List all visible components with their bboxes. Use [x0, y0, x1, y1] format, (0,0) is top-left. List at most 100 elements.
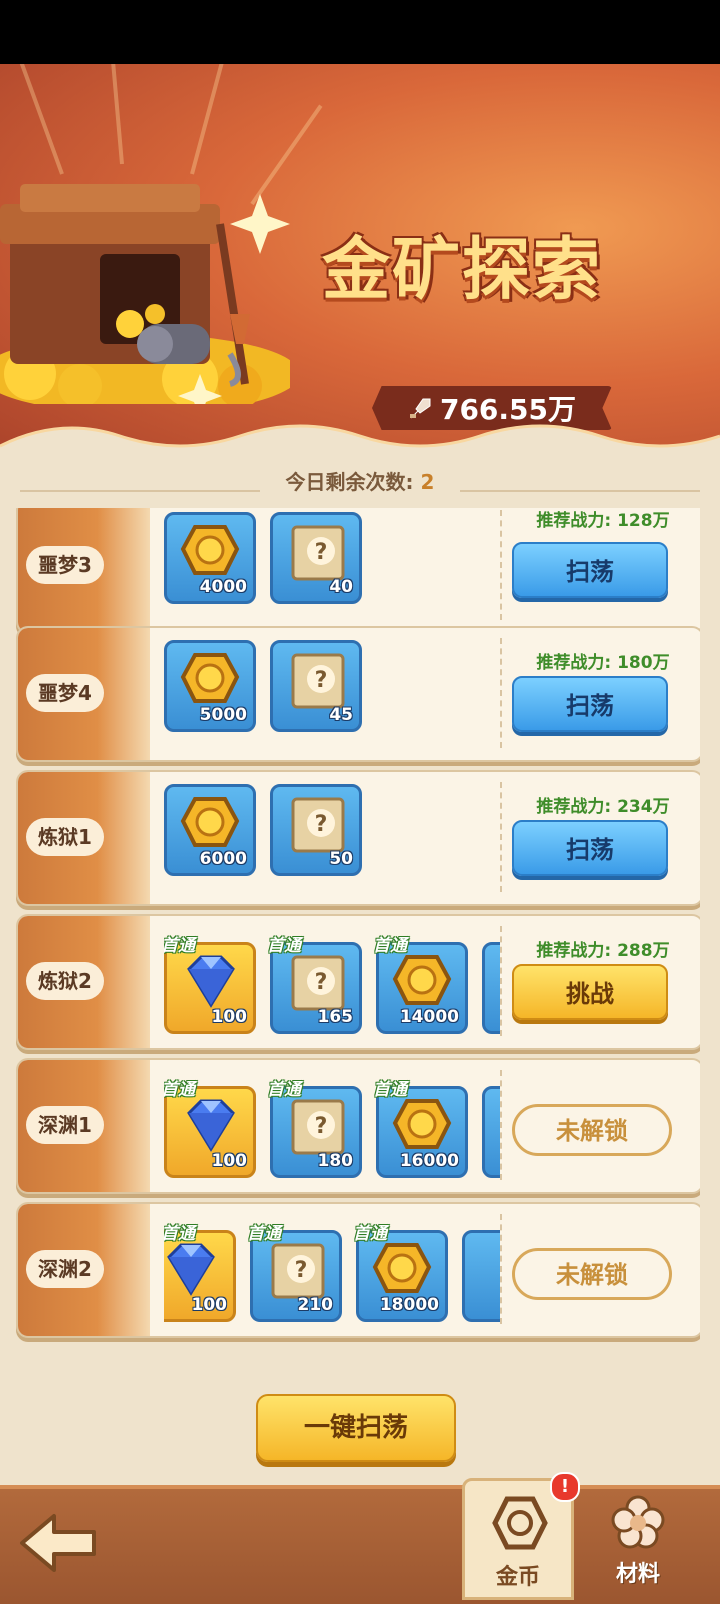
row-separator [500, 782, 502, 892]
reward-qty: 4000 [199, 577, 247, 597]
svg-text:?: ? [315, 970, 328, 995]
reward-diamond[interactable]: 首通 100 [164, 1224, 236, 1322]
reward-mystery-scroll[interactable]: ? 45 [270, 640, 362, 732]
svg-text:?: ? [315, 812, 328, 837]
reward-mystery-scroll[interactable]: ? 50 [270, 784, 362, 876]
reward-diamond[interactable]: 首通 100 [164, 1080, 256, 1178]
svg-text:?: ? [295, 1258, 308, 1283]
stage-name: 炼狱1 [26, 818, 104, 856]
reward-gold-coin[interactable]: 首通 14000 [373, 936, 468, 1034]
reward-list: 4000 ? 40 [164, 508, 500, 632]
reward-qty: 40 [329, 577, 353, 597]
gold-mine-illustration [0, 184, 290, 404]
tab-label: 金币 [495, 1565, 540, 1590]
reward-qty: 16000 [399, 1151, 459, 1171]
stage-name: 深渊1 [26, 1106, 104, 1144]
reward-more[interactable] [462, 1230, 500, 1322]
stage-name: 噩梦3 [26, 546, 104, 584]
reward-qty: 14000 [399, 1007, 459, 1027]
reward-qty: 180 [317, 1151, 354, 1171]
reward-list: 首通 100 首通 ? 210 首通 18000 [164, 1204, 500, 1336]
gold-coin-icon [492, 1496, 548, 1550]
svg-text:?: ? [315, 1114, 328, 1139]
gold-coin-icon [180, 797, 240, 847]
flower-icon [611, 1495, 665, 1549]
locked-button[interactable]: 未解锁 [512, 1248, 672, 1300]
reward-gold-coin[interactable]: 首通 16000 [373, 1080, 468, 1178]
reward-more[interactable] [482, 1086, 500, 1178]
diamond-icon [167, 1243, 215, 1296]
reward-diamond[interactable]: 首通 100 [164, 936, 256, 1034]
recommended-power: 推荐战力: 128万 [536, 511, 670, 531]
page-title: 金矿探索 [322, 231, 603, 310]
reward-qty: 18000 [379, 1295, 439, 1315]
reward-gold-coin[interactable]: 5000 [164, 640, 256, 732]
one-key-sweep-button[interactable]: 一键扫荡 [256, 1394, 456, 1462]
diamond-icon [187, 1099, 235, 1152]
reward-mystery-scroll[interactable]: 首通 ? 165 [267, 936, 362, 1034]
reward-qty: 100 [211, 1151, 248, 1171]
stage-row-nightmare-3: 噩梦3 4000 ? 40 推荐战力: 128万 扫荡 [16, 508, 700, 634]
gold-coin-icon [372, 1243, 432, 1293]
stage-name: 噩梦4 [26, 674, 104, 712]
stage-row-nightmare-4: 噩梦4 5000 ? 45 推荐战力: 180万 扫荡 [16, 626, 700, 762]
notification-badge: ! [550, 1472, 580, 1502]
mystery-scroll-icon: ? [291, 955, 345, 1011]
gold-coin-icon [180, 653, 240, 703]
mystery-scroll-icon: ? [291, 653, 345, 709]
stage-row-abyss-2: 深渊2 首通 100 首通 ? 210 首通 18000 未解锁 [16, 1202, 700, 1338]
recommended-power: 推荐战力: 180万 [536, 653, 670, 673]
status-bar [0, 0, 720, 64]
reward-list: 6000 ? 50 [164, 772, 500, 904]
reward-qty: 100 [211, 1007, 248, 1027]
back-arrow-icon[interactable] [16, 1508, 100, 1578]
reward-qty: 50 [329, 849, 353, 869]
divider [460, 490, 700, 492]
mystery-scroll-icon: ? [271, 1243, 325, 1299]
reward-mystery-scroll[interactable]: 首通 ? 180 [267, 1080, 362, 1178]
stage-name: 炼狱2 [26, 962, 104, 1000]
gold-coin-icon [392, 1099, 452, 1149]
reward-gold-coin[interactable]: 4000 [164, 512, 256, 604]
tab-label: 材料 [615, 1562, 660, 1587]
banner: 金矿探索 766.55万 [0, 64, 720, 474]
row-separator [500, 926, 502, 1036]
reward-qty: 5000 [199, 705, 247, 725]
stage-list[interactable]: 噩梦3 4000 ? 40 推荐战力: 128万 扫荡 噩梦4 5000 ? 4… [16, 508, 700, 1363]
mystery-scroll-icon: ? [291, 525, 345, 581]
sweep-button[interactable]: 扫荡 [512, 676, 668, 732]
reward-list: 首通 100 首通 ? 165 首通 14000 [164, 916, 500, 1048]
stage-name: 深渊2 [26, 1250, 104, 1288]
row-separator [500, 510, 502, 620]
row-separator [500, 638, 502, 748]
remaining-count: 2 [420, 470, 435, 494]
recommended-power: 推荐战力: 234万 [536, 797, 670, 817]
reward-gold-coin[interactable]: 6000 [164, 784, 256, 876]
stage-row-purgatory-1: 炼狱1 6000 ? 50 推荐战力: 234万 扫荡 [16, 770, 700, 906]
svg-text:?: ? [315, 668, 328, 693]
reward-qty: 100 [191, 1295, 228, 1315]
reward-qty: 6000 [199, 849, 247, 869]
reward-mystery-scroll[interactable]: 首通 ? 210 [247, 1224, 342, 1322]
row-separator [500, 1214, 502, 1324]
mystery-scroll-icon: ? [291, 1099, 345, 1155]
tab-materials[interactable]: 材料 [582, 1490, 694, 1600]
divider [20, 490, 260, 492]
stage-row-purgatory-2: 炼狱2 首通 100 首通 ? 165 首通 14000 推荐战力: 288万 … [16, 914, 700, 1050]
diamond-icon [187, 955, 235, 1008]
sweep-button[interactable]: 扫荡 [512, 542, 668, 598]
remaining-label: 今日剩余次数: [285, 470, 421, 494]
reward-more[interactable] [482, 942, 500, 1034]
row-separator [500, 1070, 502, 1180]
mystery-scroll-icon: ? [291, 797, 345, 853]
gold-coin-icon [392, 955, 452, 1005]
sweep-button[interactable]: 扫荡 [512, 820, 668, 876]
svg-text:?: ? [315, 540, 328, 565]
gold-coin-icon [180, 525, 240, 575]
reward-mystery-scroll[interactable]: ? 40 [270, 512, 362, 604]
recommended-power: 推荐战力: 288万 [536, 941, 670, 961]
reward-gold-coin[interactable]: 首通 18000 [353, 1224, 448, 1322]
challenge-button[interactable]: 挑战 [512, 964, 668, 1020]
locked-button[interactable]: 未解锁 [512, 1104, 672, 1156]
reward-list: 5000 ? 45 [164, 628, 500, 760]
